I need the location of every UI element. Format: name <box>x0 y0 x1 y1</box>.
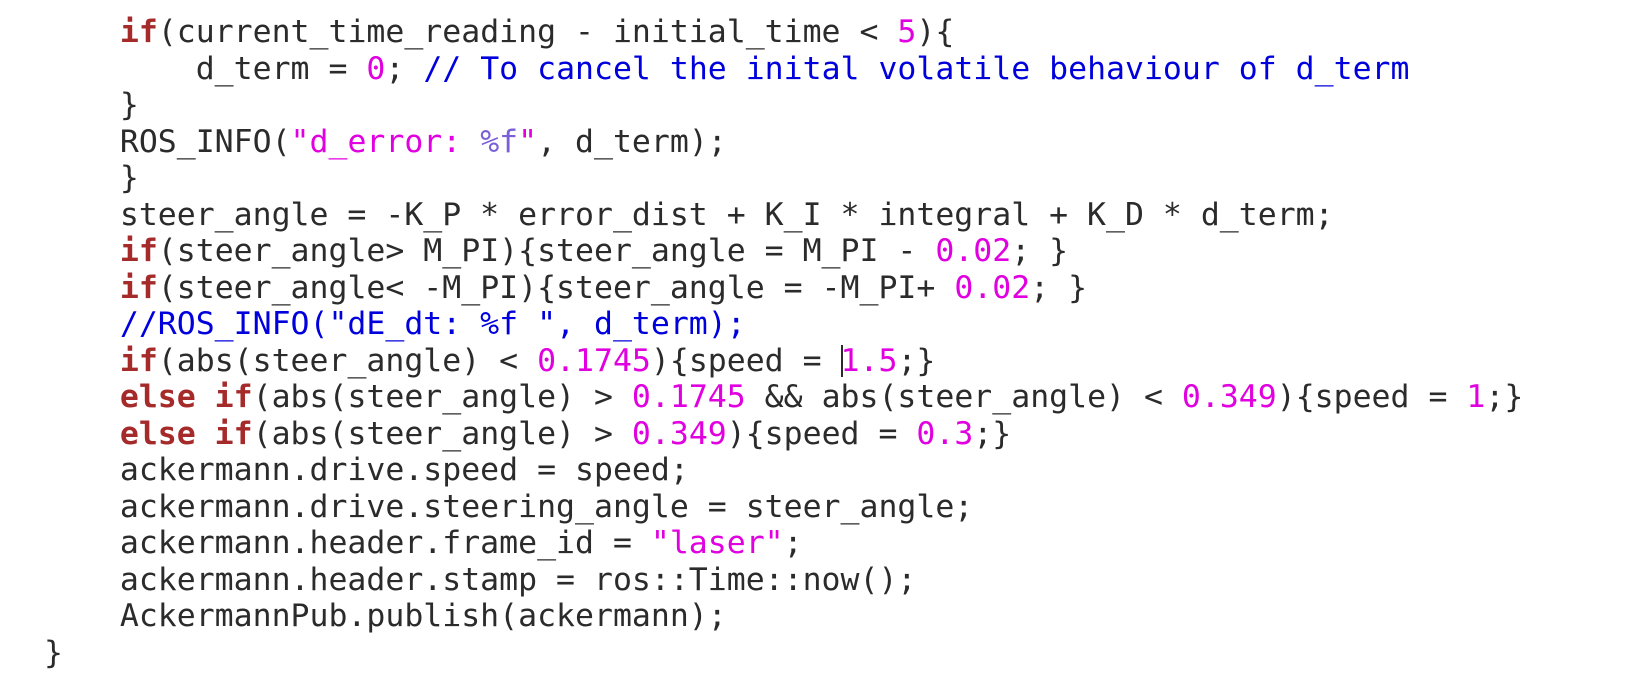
code-text: d_term = <box>44 50 367 87</box>
code-text: } <box>44 87 139 123</box>
code-text: (steer_angle> M_PI){steer_angle = M_PI - <box>157 233 936 269</box>
code-number: 0.1745 <box>631 379 746 415</box>
code-format-specifier: %f <box>480 123 519 160</box>
code-text: ;} <box>1485 379 1524 415</box>
code-text: ackermann.header.frame_id = <box>44 525 651 561</box>
code-text: ; <box>783 525 803 561</box>
code-text: (current_time_reading - initial_time < <box>157 14 898 50</box>
code-line[interactable]: AckermannPub.publish(ackermann); <box>0 598 1632 635</box>
code-string: " <box>518 123 538 160</box>
code-text: (steer_angle< -M_PI){steer_angle = -M_PI… <box>157 269 955 306</box>
code-text: && abs(steer_angle) < <box>745 379 1182 415</box>
code-number: 5 <box>897 14 917 50</box>
code-text: ){ <box>916 14 955 50</box>
code-line[interactable]: d_term = 0; // To cancel the inital vola… <box>0 51 1632 88</box>
code-text: ROS_INFO( <box>44 123 291 160</box>
code-number: 1 <box>1466 379 1486 415</box>
code-line[interactable]: if(steer_angle< -M_PI){steer_angle = -M_… <box>0 270 1632 307</box>
code-keyword: else if <box>119 379 253 415</box>
code-line[interactable]: //ROS_INFO("dE_dt: %f ", d_term); <box>0 306 1632 343</box>
code-text: ; } <box>1011 233 1069 269</box>
code-line[interactable]: if(steer_angle> M_PI){steer_angle = M_PI… <box>0 233 1632 270</box>
code-text: ackermann.header.stamp = ros::Time::now(… <box>44 561 917 598</box>
code-text: } <box>44 634 63 671</box>
code-line[interactable]: ackermann.header.frame_id = "laser"; <box>0 525 1632 562</box>
code-keyword: if <box>119 342 158 379</box>
code-string: "laser" <box>650 525 784 561</box>
code-number: 0.349 <box>1181 379 1277 415</box>
code-text: ;} <box>897 342 936 379</box>
code-number: 0.02 <box>935 233 1012 269</box>
code-line[interactable]: if(abs(steer_angle) < 0.1745){speed = 1.… <box>0 343 1632 380</box>
code-string: "d_error: <box>290 123 481 160</box>
code-text: , d_term); <box>537 123 727 160</box>
code-number: 1.5 <box>840 342 898 379</box>
code-comment: //ROS_INFO("dE_dt: %f ", d_term); <box>119 306 746 342</box>
code-line[interactable]: } <box>0 635 1632 672</box>
code-number: 0.1745 <box>537 342 651 379</box>
code-text: (abs(steer_angle) > <box>252 379 632 415</box>
code-keyword: if <box>119 269 158 306</box>
code-line[interactable]: ackermann.drive.speed = speed; <box>0 452 1632 489</box>
code-line[interactable]: ROS_INFO("d_error: %f", d_term); <box>0 124 1632 161</box>
code-keyword: else if <box>119 415 253 452</box>
code-line[interactable]: } <box>0 87 1632 124</box>
code-keyword: if <box>119 14 158 50</box>
code-text: steer_angle = -K_P * error_dist + K_I * … <box>44 196 1334 233</box>
code-line[interactable]: if(current_time_reading - initial_time <… <box>0 14 1632 51</box>
code-number: 0.349 <box>631 415 727 452</box>
code-number: 0.02 <box>954 269 1031 306</box>
code-text: ){speed = <box>1276 379 1467 415</box>
code-text: (abs(steer_angle) < <box>157 342 538 379</box>
code-text: ){speed = <box>726 415 917 452</box>
code-text: ; <box>385 50 424 87</box>
code-line[interactable]: else if(abs(steer_angle) > 0.1745 && abs… <box>0 379 1632 416</box>
code-text: AckermannPub.publish(ackermann); <box>44 598 727 634</box>
code-text: ; } <box>1030 269 1088 306</box>
code-text: ;} <box>973 415 1012 452</box>
code-line[interactable]: else if(abs(steer_angle) > 0.349){speed … <box>0 416 1632 453</box>
code-text: ackermann.drive.steering_angle = steer_a… <box>44 488 974 525</box>
code-text: } <box>44 160 139 196</box>
code-text: ackermann.drive.speed = speed; <box>44 452 689 488</box>
code-number: 0 <box>366 50 386 87</box>
code-editor[interactable]: if(current_time_reading - initial_time <… <box>0 0 1632 690</box>
code-text: ){speed = <box>650 342 841 379</box>
code-line[interactable]: } <box>0 160 1632 197</box>
code-line[interactable]: ackermann.drive.steering_angle = steer_a… <box>0 489 1632 526</box>
code-keyword: if <box>119 233 158 269</box>
code-number: 0.3 <box>916 415 974 452</box>
code-line[interactable]: ackermann.header.stamp = ros::Time::now(… <box>0 562 1632 599</box>
code-line[interactable]: steer_angle = -K_P * error_dist + K_I * … <box>0 197 1632 234</box>
code-text: (abs(steer_angle) > <box>252 415 632 452</box>
code-comment: // To cancel the inital volatile behavio… <box>423 50 1410 87</box>
